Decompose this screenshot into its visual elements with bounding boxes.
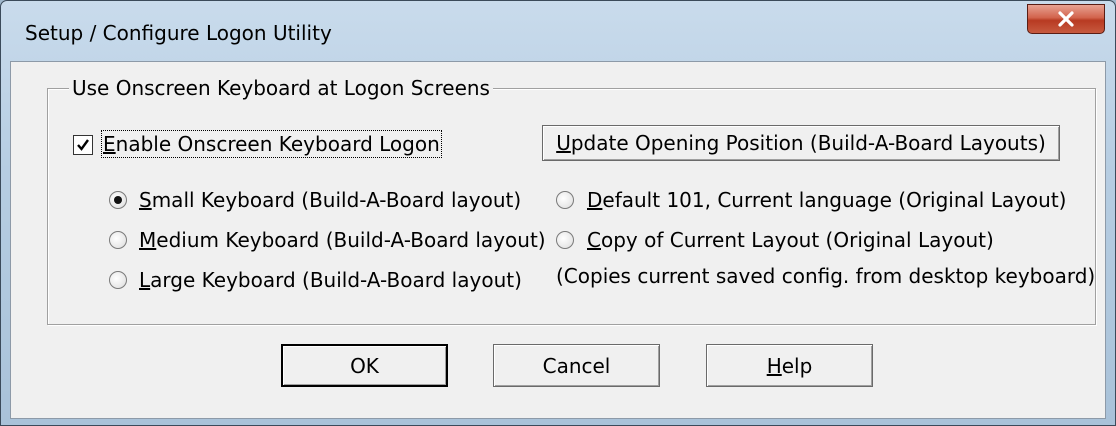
radio-small-keyboard[interactable] [109, 191, 127, 209]
enable-logon-mnemonic: E [103, 132, 116, 156]
enable-logon-label-text: nable Onscreen Keyboard Logon [115, 132, 440, 156]
update-label-text: pdate Opening Position (Build-A-Board La… [570, 131, 1046, 155]
small-mnemonic: S [139, 188, 152, 212]
copy-layout-note: (Copies current saved config. from deskt… [556, 264, 1096, 288]
dialog-window: Setup / Configure Logon Utility Use Onsc… [0, 0, 1116, 426]
radio-default-101[interactable] [556, 191, 574, 209]
close-button[interactable] [1027, 4, 1105, 34]
radio-large-keyboard[interactable] [109, 271, 127, 289]
checkmark-icon [77, 139, 89, 151]
medium-mnemonic: M [139, 228, 157, 252]
groupbox-legend: Use Onscreen Keyboard at Logon Screens [69, 76, 493, 100]
help-mnemonic: H [766, 353, 782, 378]
default-mnemonic: D [587, 188, 603, 212]
dialog-client-area: Use Onscreen Keyboard at Logon Screens E… [10, 61, 1106, 419]
radio-copy-current-layout[interactable] [556, 231, 574, 249]
medium-label-text: edium Keyboard (Build-A-Board layout) [156, 228, 546, 252]
window-title: Setup / Configure Logon Utility [25, 21, 332, 45]
radio-medium-keyboard[interactable] [109, 231, 127, 249]
large-label-text: arge Keyboard (Build-A-Board layout) [150, 268, 522, 292]
copy-label-text: opy of Current Layout (Original Layout) [600, 228, 994, 252]
large-mnemonic: L [139, 268, 151, 292]
radio-large-keyboard-label[interactable]: Large Keyboard (Build-A-Board layout) [139, 268, 522, 292]
update-opening-position-button[interactable]: Update Opening Position (Build-A-Board L… [542, 125, 1060, 161]
help-label-text: elp [781, 353, 813, 378]
enable-logon-checkbox[interactable] [73, 135, 93, 155]
enable-logon-label[interactable]: Enable Onscreen Keyboard Logon [101, 130, 442, 158]
radio-copy-current-layout-label[interactable]: Copy of Current Layout (Original Layout) [587, 228, 994, 252]
radio-small-keyboard-label[interactable]: Small Keyboard (Build-A-Board layout) [139, 188, 521, 212]
title-bar[interactable]: Setup / Configure Logon Utility [1, 1, 1115, 61]
help-button[interactable]: Help [706, 344, 873, 387]
radio-default-101-label[interactable]: Default 101, Current language (Original … [587, 188, 1067, 212]
update-mnemonic: U [556, 131, 571, 155]
copy-mnemonic: C [587, 228, 601, 252]
close-icon [1058, 11, 1074, 27]
ok-button[interactable]: OK [281, 344, 448, 387]
cancel-button[interactable]: Cancel [493, 344, 660, 387]
small-label-text: mall Keyboard (Build-A-Board layout) [151, 188, 522, 212]
default-label-text: efault 101, Current language (Original L… [602, 188, 1067, 212]
radio-selected-dot [114, 196, 122, 204]
radio-medium-keyboard-label[interactable]: Medium Keyboard (Build-A-Board layout) [139, 228, 546, 252]
